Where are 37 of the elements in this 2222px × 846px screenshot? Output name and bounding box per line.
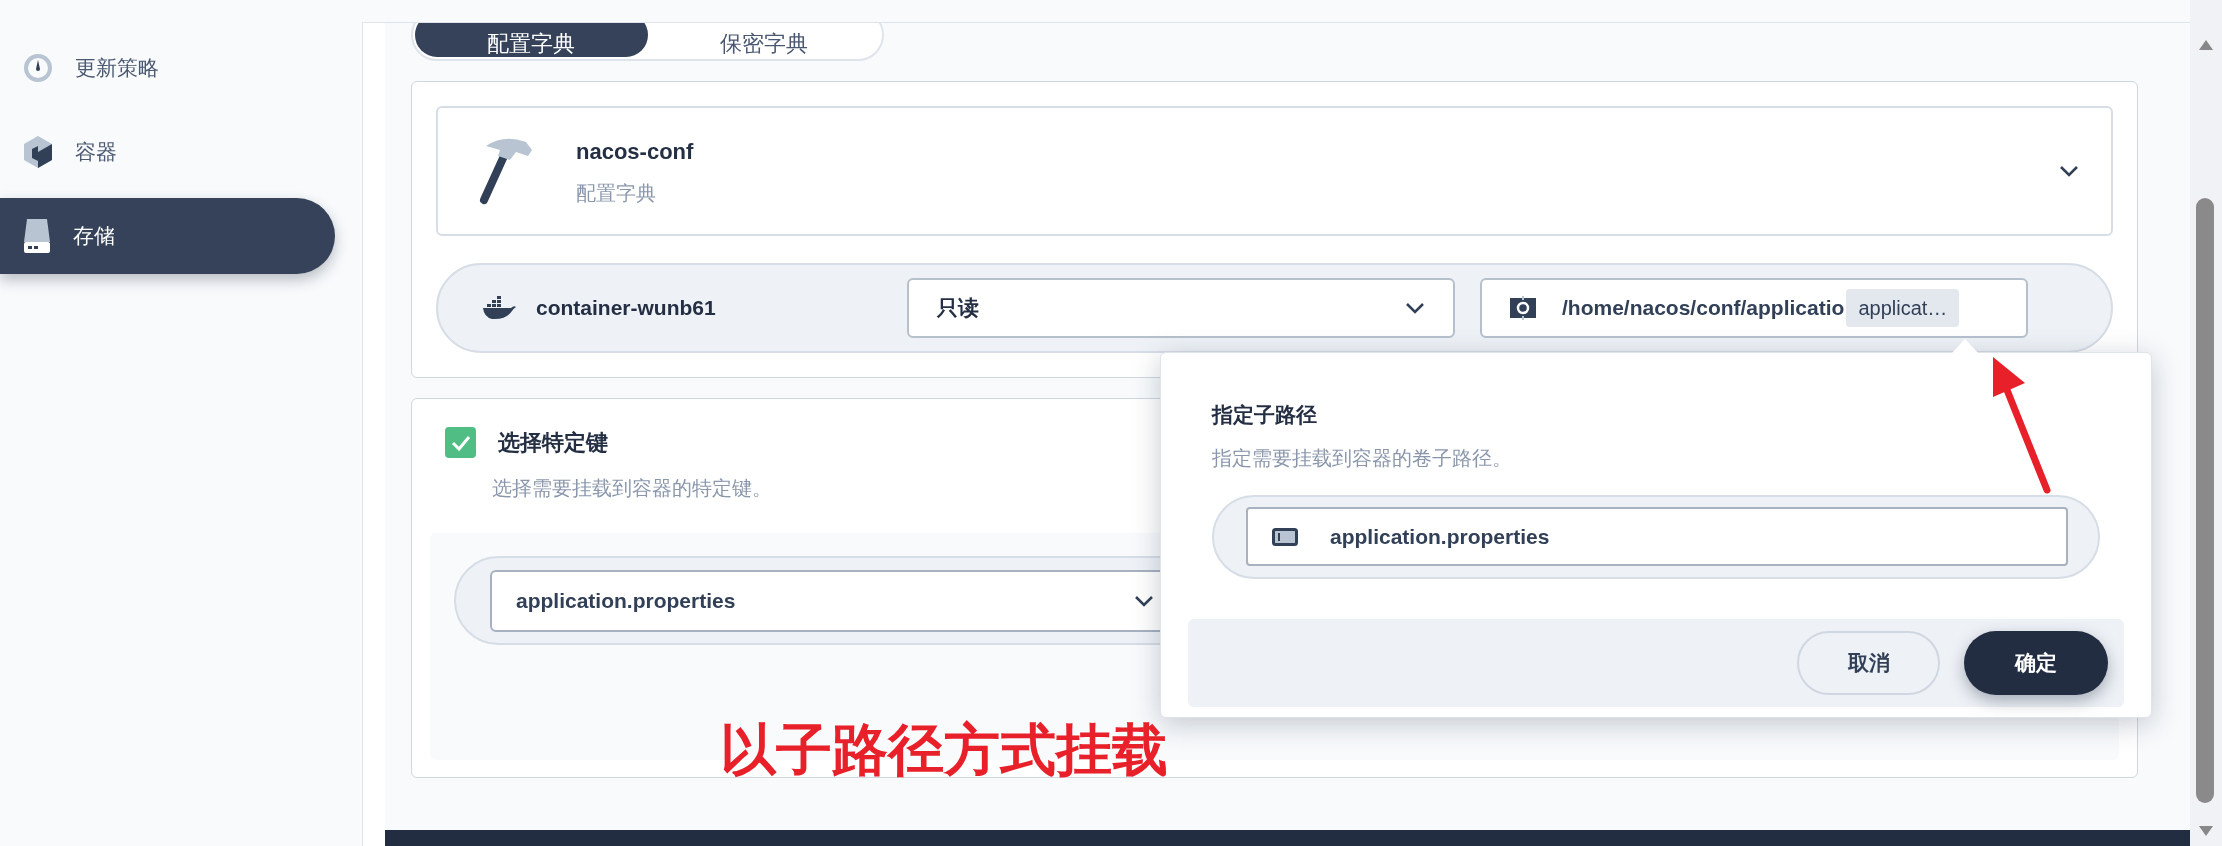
gauge-icon: [23, 53, 53, 83]
popover-title: 指定子路径: [1212, 402, 1318, 428]
hammer-icon: [478, 136, 534, 206]
confirm-button[interactable]: 确定: [1964, 630, 2108, 695]
option-title: 选择特定键: [498, 429, 608, 457]
option-description: 选择需要挂载到容器的特定键。: [492, 476, 773, 501]
volume-name: nacos-conf: [576, 137, 694, 166]
access-select[interactable]: 只读: [907, 278, 1455, 338]
cube-icon: [23, 135, 53, 169]
mount-path: /home/nacos/conf/applicatio: [1562, 295, 1845, 322]
scroll-down-icon[interactable]: [2199, 826, 2213, 836]
scroll-thumb[interactable]: [2196, 198, 2214, 803]
gear-icon: [1510, 296, 1536, 320]
chevron-down-icon: [2059, 165, 2079, 177]
volume-selector[interactable]: nacos-conf 配置字典: [436, 106, 2113, 236]
subpath-field[interactable]: application.properties: [1246, 507, 2068, 566]
subpath-badge: applicat…: [1846, 289, 1960, 327]
sidebar-item[interactable]: 容器: [0, 114, 335, 190]
cancel-button[interactable]: 取消: [1797, 630, 1940, 695]
scroll-up-icon[interactable]: [2199, 40, 2213, 50]
checkbox[interactable]: [445, 427, 476, 458]
sidebar-item[interactable]: 更新策略: [0, 30, 335, 106]
volume-type: 配置字典: [576, 180, 657, 206]
chevron-down-icon: [1405, 302, 1425, 314]
annotation-text: 以子路径方式挂载: [720, 722, 1168, 778]
whale-icon: [482, 296, 516, 320]
mount-path-field[interactable]: /home/nacos/conf/applicatio applicat…: [1480, 278, 2028, 338]
tab[interactable]: 保密字典: [647, 23, 880, 57]
field-icon: [1272, 527, 1298, 546]
container-name: container-wunb61: [536, 295, 717, 322]
check-icon: [450, 434, 471, 451]
popover-description: 指定需要挂载到容器的卷子路径。: [1212, 445, 1513, 471]
scrollbar[interactable]: [2190, 0, 2222, 846]
sidebar-item[interactable]: 存储: [0, 198, 335, 274]
tab[interactable]: 配置字典: [415, 23, 648, 57]
drive-icon: [23, 218, 51, 254]
chevron-down-icon: [1134, 594, 1154, 607]
